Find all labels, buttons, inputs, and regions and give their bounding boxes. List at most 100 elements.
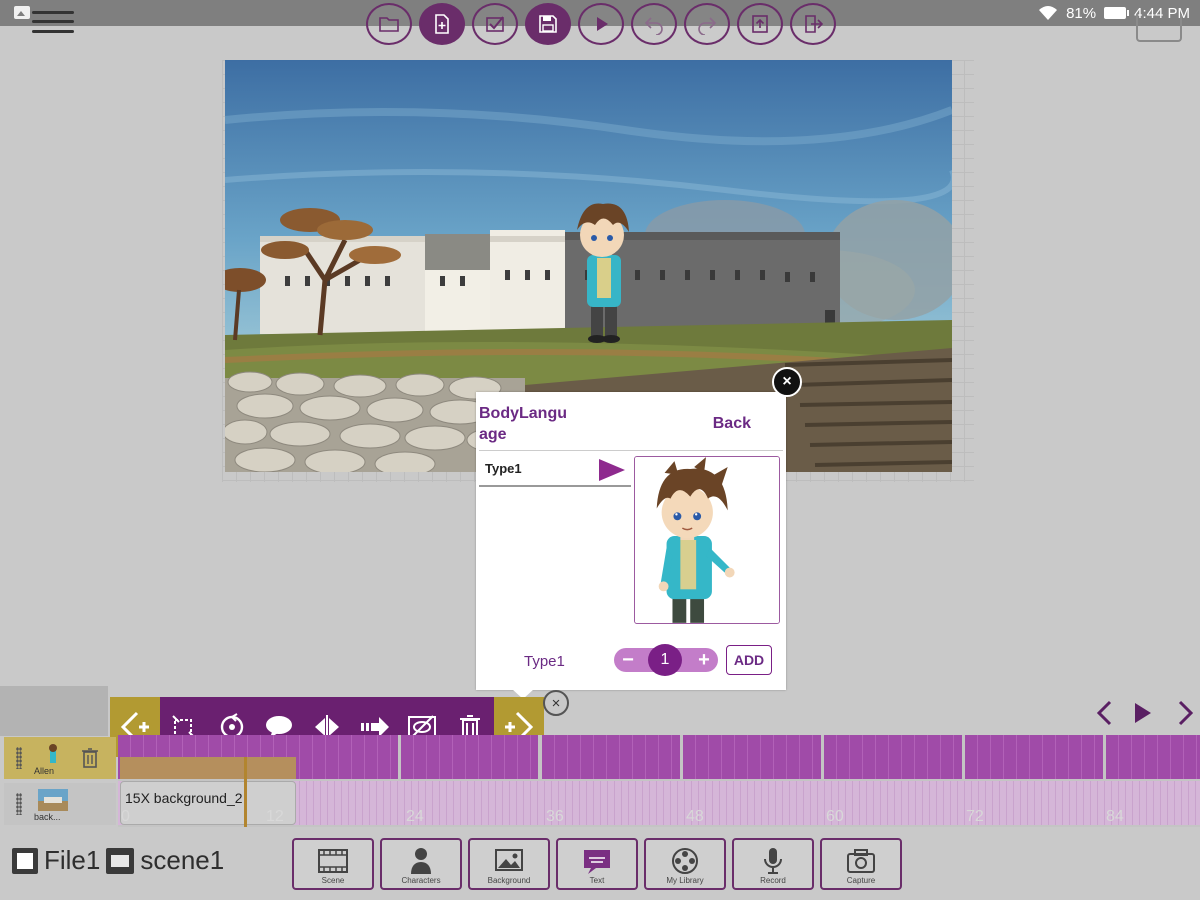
menu-label: Characters [401, 876, 441, 885]
timeline-segment[interactable] [683, 735, 821, 779]
menu-button[interactable] [30, 4, 76, 40]
character-icon [411, 848, 431, 874]
menu-label: Text [589, 876, 605, 885]
redo-icon [698, 17, 717, 35]
gallery-icon [14, 6, 30, 19]
track-background[interactable]: back... [4, 783, 116, 825]
picture-icon [495, 849, 523, 871]
check-button[interactable] [472, 3, 518, 45]
microphone-icon [764, 848, 782, 874]
close-actions-button[interactable]: × [543, 690, 569, 716]
film-strip-icon [318, 849, 348, 873]
body-language-popup: BodyLanguage Back Type1 Type1 − 1 + ADD [476, 392, 786, 690]
hamburger-line [32, 20, 74, 24]
drag-handle-icon[interactable] [16, 793, 22, 815]
stepper-value: 1 [648, 644, 682, 676]
tick-label: 12 [266, 808, 284, 825]
menu-label: Record [760, 876, 786, 885]
folder-icon [379, 17, 399, 32]
character-thumbnail [49, 744, 57, 763]
popup-title: BodyLanguage [479, 405, 567, 443]
drag-handle-icon[interactable] [16, 747, 22, 769]
text-button[interactable]: Text [556, 838, 638, 890]
upload-icon [752, 15, 768, 33]
track-name: Allen [34, 766, 55, 776]
timeline-segment[interactable] [965, 735, 1103, 779]
wifi-icon [1039, 6, 1058, 20]
bottom-menu: Scene Characters Background Text My Libr… [292, 838, 902, 890]
file-icon [12, 847, 38, 874]
export-button[interactable] [790, 3, 836, 45]
selected-type-label: Type1 [524, 653, 565, 670]
undo-button[interactable] [631, 3, 677, 45]
play-button[interactable] [578, 3, 624, 45]
increment-button[interactable]: + [692, 650, 716, 670]
quantity-stepper: − 1 + [614, 644, 718, 676]
film-reel-icon [672, 848, 698, 874]
record-button[interactable]: Record [732, 838, 814, 890]
close-popup-button[interactable]: × [772, 367, 802, 397]
background-thumbnail [38, 789, 68, 811]
check-icon [486, 16, 504, 32]
menu-label: My Library [666, 876, 704, 885]
save-button[interactable] [525, 3, 571, 45]
menu-label: Capture [846, 876, 876, 885]
character-preview-illustration [635, 457, 779, 623]
scene-name: scene1 [140, 845, 225, 875]
timeline-segment[interactable] [1106, 735, 1200, 779]
upload-button[interactable] [737, 3, 783, 45]
popup-divider [479, 450, 783, 451]
tick-label: 24 [406, 808, 424, 825]
tick-label: 36 [546, 808, 564, 825]
left-panel [0, 686, 108, 736]
type-list-item[interactable]: Type1 [479, 453, 631, 487]
hamburger-line [32, 11, 74, 15]
tick-label: 72 [966, 808, 984, 825]
text-bubble-icon [584, 850, 610, 874]
timeline-segment[interactable] [401, 735, 538, 779]
playhead[interactable] [244, 757, 247, 827]
play-triangle-icon[interactable] [599, 459, 625, 481]
track-labels: Allen back... [4, 737, 116, 827]
timeline-segment[interactable] [824, 735, 962, 779]
redo-button[interactable] [684, 3, 730, 45]
decrement-button[interactable]: − [616, 650, 640, 670]
type-list-item-label: Type1 [485, 461, 522, 476]
file-scene-label: File1 scene1 [12, 845, 224, 876]
battery-icon [1104, 7, 1130, 19]
tick-label: 48 [686, 808, 704, 825]
chevron-left-icon[interactable] [1090, 698, 1120, 728]
top-toolbar [366, 3, 836, 45]
battery-percent: 81% [1066, 4, 1097, 22]
new-file-button[interactable] [419, 3, 465, 45]
my-library-button[interactable]: My Library [644, 838, 726, 890]
timeline-segment[interactable] [542, 735, 680, 779]
timeline-navigation [1090, 698, 1200, 728]
new-file-icon [435, 14, 449, 34]
back-button[interactable]: Back [713, 415, 751, 433]
export-icon [805, 15, 824, 33]
chevron-right-icon[interactable] [1170, 698, 1200, 728]
trash-icon[interactable] [80, 747, 100, 769]
menu-label: Background [487, 876, 531, 885]
background-button[interactable]: Background [468, 838, 550, 890]
open-folder-button[interactable] [366, 3, 412, 45]
file-name: File1 [44, 845, 101, 875]
capture-button[interactable]: Capture [820, 838, 902, 890]
save-icon [539, 15, 557, 33]
top-right-button[interactable] [1136, 14, 1182, 42]
character-preview [634, 456, 780, 624]
add-button[interactable]: ADD [726, 645, 772, 675]
play-icon[interactable] [1128, 698, 1158, 728]
scene-button[interactable]: Scene [292, 838, 374, 890]
characters-button[interactable]: Characters [380, 838, 462, 890]
track-character[interactable]: Allen [4, 737, 116, 779]
track-name: back... [34, 812, 61, 822]
undo-icon [644, 17, 663, 35]
camera-icon [847, 849, 875, 873]
hamburger-line [32, 29, 74, 33]
tick-label: 84 [1106, 808, 1124, 825]
character-clip[interactable] [120, 757, 296, 779]
tick-label: 60 [826, 808, 844, 825]
menu-label: Scene [321, 876, 345, 885]
